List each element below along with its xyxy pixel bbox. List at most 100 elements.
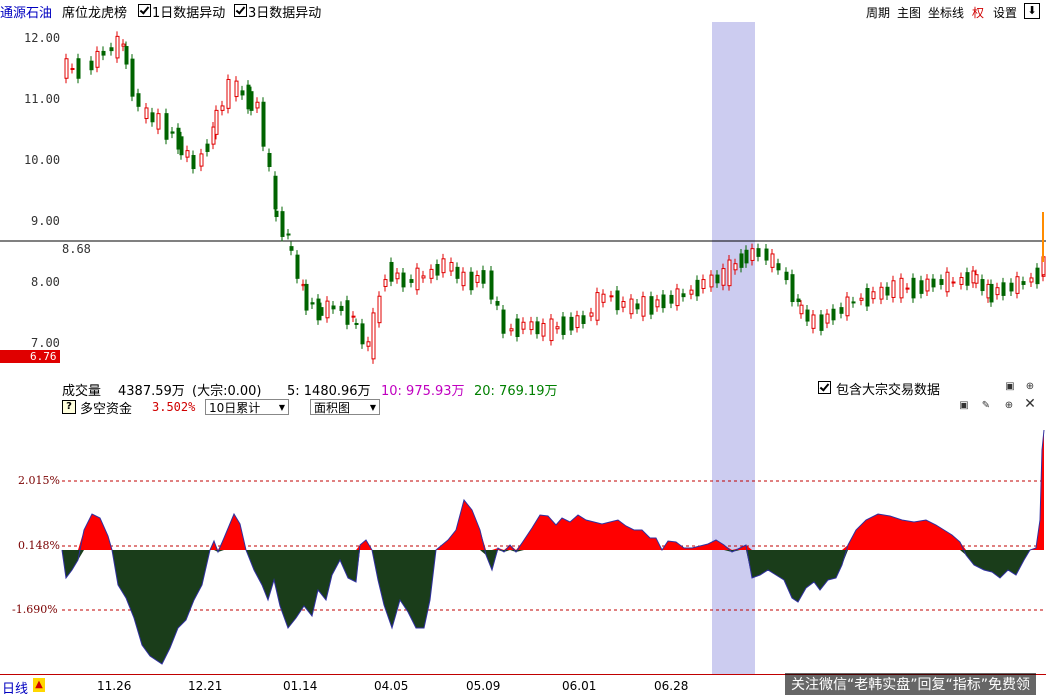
candle-body: [796, 298, 801, 303]
candle-body: [1035, 267, 1040, 285]
ind-zoom-icon[interactable]: ⊕: [1003, 400, 1015, 412]
candle-body: [661, 294, 666, 309]
candle-body: [995, 287, 1000, 296]
candle-body: [286, 233, 291, 236]
candle-body: [274, 210, 279, 218]
candle-body: [649, 296, 654, 315]
date-label-2: 12.21: [188, 679, 223, 693]
y-tick-10: 10.00: [24, 153, 61, 167]
menu-period[interactable]: 周期: [866, 4, 890, 21]
help-icon[interactable]: ?: [62, 400, 76, 414]
candle-body: [701, 279, 706, 290]
menu-rights[interactable]: 权: [972, 4, 984, 21]
candle-body: [739, 253, 744, 268]
candle-body: [273, 175, 278, 210]
candle-body: [629, 298, 634, 315]
candle-body: [429, 268, 434, 279]
candle-body: [851, 301, 856, 304]
candle-body: [845, 296, 850, 317]
candle-body: [515, 318, 520, 337]
candle-body: [76, 58, 81, 79]
volume-bulk: (大宗:0.00): [192, 384, 262, 399]
candle-body: [555, 326, 560, 330]
candle-body: [790, 274, 795, 303]
candle-body: [899, 277, 904, 299]
candle-body: [959, 277, 964, 285]
candle-body: [1015, 276, 1020, 294]
candle-body: [331, 305, 336, 310]
candle-body: [267, 152, 272, 168]
candle-body: [389, 261, 394, 282]
candle-body: [825, 313, 830, 324]
candle-body: [304, 283, 309, 311]
candle-body: [561, 316, 566, 335]
period-select[interactable]: 10日累计: [205, 399, 289, 416]
candle-body: [481, 270, 486, 284]
candle-body: [715, 274, 720, 284]
candle-body: [469, 271, 474, 291]
candle-body: [609, 295, 614, 298]
price-chart: [0, 31, 1046, 364]
candle-body: [621, 301, 626, 308]
candle-body: [831, 308, 836, 321]
candle-body: [156, 113, 161, 130]
menu-settings[interactable]: 设置: [993, 4, 1017, 21]
volume-ma5: 5: 1480.96万: [287, 384, 371, 399]
volume-ma10: 10: 975.93万: [381, 384, 465, 399]
menu-axis[interactable]: 坐标线: [928, 4, 964, 21]
candle-body: [744, 249, 749, 264]
seat-ranking-link[interactable]: 席位龙虎榜: [62, 2, 127, 21]
candle-body: [449, 261, 454, 272]
period-triangle-icon[interactable]: ▲: [33, 678, 45, 692]
candle-body: [980, 279, 985, 292]
date-label-5: 05.09: [466, 679, 501, 693]
candle-body: [965, 272, 970, 286]
candle-body: [931, 278, 936, 288]
candle-body: [144, 107, 149, 120]
candle-body: [1009, 282, 1014, 292]
date-label-4: 04.05: [374, 679, 409, 693]
candle-body: [905, 287, 910, 290]
ind-window-icon[interactable]: ▣: [958, 400, 970, 412]
candle-body: [819, 314, 824, 331]
ind-edit-icon[interactable]: ✎: [980, 400, 992, 412]
candle-body: [234, 80, 239, 98]
indicator-title: 多空资金: [80, 402, 133, 417]
negative-area: [62, 550, 1044, 664]
candle-body: [727, 259, 732, 287]
candle-body: [1001, 282, 1006, 296]
candle-body: [351, 315, 356, 318]
candle-body: [595, 292, 600, 321]
candle-body: [136, 93, 141, 107]
check-1day-icon[interactable]: [138, 4, 151, 17]
period-label[interactable]: 日线: [2, 678, 28, 697]
vol-zoom-icon[interactable]: ⊕: [1024, 381, 1036, 393]
candle-body: [925, 278, 930, 292]
chart-type-select[interactable]: 面积图: [310, 399, 380, 416]
candle-body: [435, 264, 440, 276]
candle-body: [64, 58, 69, 79]
candle-body: [805, 309, 810, 322]
vol-window-icon[interactable]: ▣: [1004, 381, 1016, 393]
candle-body: [541, 322, 546, 337]
candle-body: [164, 113, 169, 140]
date-label-1: 11.26: [97, 679, 132, 693]
ind-close-icon[interactable]: ✕: [1024, 397, 1036, 411]
top-toolbar: 通源石油 席位龙虎榜 1日数据异动 3日数据异动 周期 主图 坐标线 权 设置 …: [0, 0, 1046, 22]
candle-body: [885, 286, 890, 296]
current-price-badge: 6.76: [0, 350, 60, 363]
candle-body: [354, 322, 359, 325]
bulk-data-checkbox[interactable]: [818, 381, 831, 394]
candle-body: [865, 288, 870, 307]
candle-body: [226, 78, 231, 109]
candle-body: [179, 136, 184, 156]
candle-body: [130, 58, 135, 97]
candle-body: [521, 321, 526, 330]
check-3day-icon[interactable]: [234, 4, 247, 17]
y-tick-8: 8.00: [31, 275, 60, 289]
menu-main[interactable]: 主图: [897, 4, 921, 21]
candle-body: [733, 263, 738, 271]
download-icon[interactable]: ⬇: [1024, 3, 1040, 19]
candle-body: [945, 271, 950, 293]
candle-body: [205, 143, 210, 152]
